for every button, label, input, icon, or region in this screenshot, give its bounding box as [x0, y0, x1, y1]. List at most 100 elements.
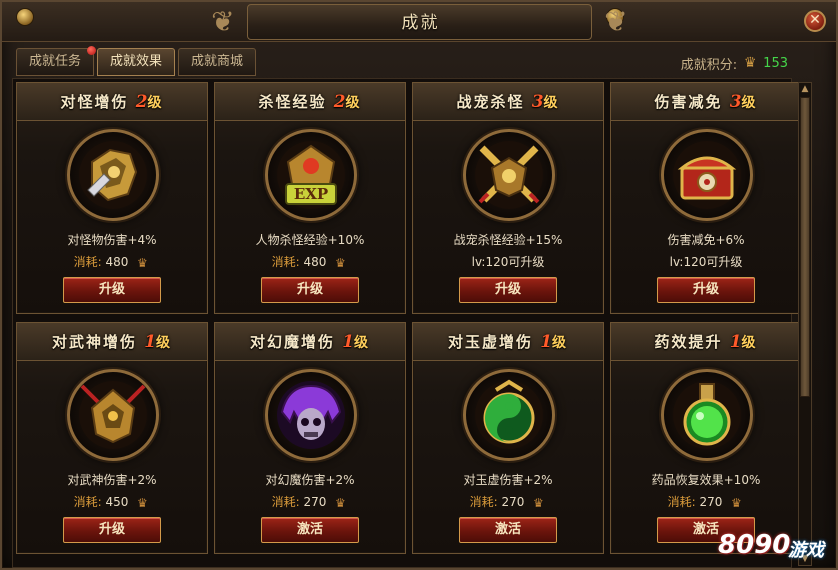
- card-effect: 药品恢复效果+10%: [651, 473, 761, 487]
- upgrade-button[interactable]: 升级: [459, 277, 557, 303]
- gem-ornament-left: [16, 8, 34, 26]
- card-level: 3: [729, 92, 742, 112]
- card-header: 战宠杀怪 3级: [413, 83, 603, 121]
- card-header: 药效提升 1级: [611, 323, 801, 361]
- achievement-card: 战宠杀怪 3级 战宠杀怪经验+15% lv:120可升级 升级: [412, 82, 604, 314]
- card-title: 战宠杀怪 3级: [413, 83, 603, 121]
- card-effect: 人物杀怪经验+10%: [255, 233, 365, 247]
- activate-button[interactable]: 激活: [459, 517, 557, 543]
- yin-yang-icon: [463, 369, 555, 461]
- cost-value: 270: [303, 495, 327, 509]
- cost-label: 消耗:: [271, 255, 300, 269]
- card-cost: 消耗: 270 ♛: [215, 493, 405, 511]
- achievement-crest-icon: ♛: [335, 255, 346, 270]
- card-effect: 对怪物伤害+4%: [67, 233, 157, 247]
- cost-label: 消耗:: [73, 495, 102, 509]
- scroll-up-icon[interactable]: ▲: [799, 83, 811, 95]
- achievement-crest-icon: ♛: [533, 495, 544, 510]
- achievement-card: 药效提升 1级 药品恢复效果+10% 消耗: 270 ♛ 激活: [610, 322, 802, 554]
- achievement-crest-icon: ♛: [137, 495, 148, 510]
- title-bar: ❦ 成就 ❦ ✕: [2, 2, 836, 42]
- points-value: 153: [763, 55, 788, 71]
- scrollbar-thumb[interactable]: [800, 97, 810, 397]
- watermark-text: 游戏: [788, 540, 824, 561]
- upgrade-button[interactable]: 升级: [261, 277, 359, 303]
- card-name: 对怪增伤: [60, 93, 129, 111]
- card-level-suffix: 级: [543, 95, 560, 111]
- card-level: 3: [531, 92, 544, 112]
- card-title: 对武神增伤 1级: [17, 323, 207, 361]
- treasure-chest-icon: [661, 129, 753, 221]
- card-title: 伤害减免 3级: [611, 83, 801, 121]
- card-cost: 消耗: 480 ♛: [215, 253, 405, 271]
- cost-label: 消耗:: [271, 495, 300, 509]
- card-level: 1: [144, 332, 157, 352]
- card-header: 对幻魔增伤 1级: [215, 323, 405, 361]
- upgrade-button[interactable]: 升级: [63, 517, 161, 543]
- points-label: 成就积分:: [680, 57, 738, 73]
- card-effect: 伤害减免+6%: [667, 233, 745, 247]
- upgrade-button[interactable]: 升级: [63, 277, 161, 303]
- card-name: 杀怪经验: [258, 93, 327, 111]
- card-title: 对怪增伤 2级: [17, 83, 207, 121]
- card-effect: 对玉虚伤害+2%: [463, 473, 553, 487]
- card-title: 对玉虚增伤 1级: [413, 323, 603, 361]
- title-plate: 成就: [247, 4, 592, 40]
- card-name: 对幻魔增伤: [249, 333, 335, 351]
- upgrade-button[interactable]: 升级: [657, 277, 755, 303]
- scrollbar[interactable]: ▲ ▼: [798, 82, 812, 566]
- card-header: 对玉虚增伤 1级: [413, 323, 603, 361]
- card-header: 对怪增伤 2级: [17, 83, 207, 121]
- tab-bar: 成就任务 成就效果 成就商城: [16, 46, 257, 76]
- warrior-helm-icon: [67, 369, 159, 461]
- activate-button[interactable]: 激活: [261, 517, 359, 543]
- notice-dot-icon: [87, 46, 97, 55]
- tab-achievement-shop[interactable]: 成就商城: [178, 48, 257, 76]
- close-button[interactable]: ✕: [804, 10, 826, 32]
- cost-label: 消耗:: [667, 495, 696, 509]
- achievement-card: 伤害减免 3级 伤害减免+6% lv:120可升级 升级: [610, 82, 802, 314]
- cost-value: 480: [303, 255, 327, 269]
- card-level-suffix: 级: [741, 335, 758, 351]
- card-header: 伤害减免 3级: [611, 83, 801, 121]
- achievement-crest-icon: ♛: [743, 55, 757, 71]
- tab-achievement-effects[interactable]: 成就效果: [97, 48, 176, 76]
- svg-text:EXP: EXP: [294, 185, 328, 203]
- card-title: 对幻魔增伤 1级: [215, 323, 405, 361]
- potion-flask-icon: [661, 369, 753, 461]
- card-name: 对武神增伤: [51, 333, 137, 351]
- achievement-points: 成就积分: ♛ 153: [681, 52, 788, 74]
- cost-label: 消耗:: [469, 495, 498, 509]
- card-level-suffix: 级: [345, 95, 362, 111]
- achievement-card: 对武神增伤 1级对武神伤害+2% 消耗: 450 ♛ 升级: [16, 322, 208, 554]
- cost-value: 270: [699, 495, 723, 509]
- window-title: 成就: [401, 13, 440, 33]
- cost-value: 270: [501, 495, 525, 509]
- tab-label: 成就任务: [29, 54, 82, 69]
- card-level: 2: [333, 92, 346, 112]
- site-watermark-logo: 8090 游戏: [718, 522, 836, 568]
- cost-value: 450: [105, 495, 129, 509]
- card-cost: 消耗: 450 ♛: [17, 493, 207, 511]
- achievement-card: 对玉虚增伤 1级对玉虚伤害+2% 消耗: 270 ♛ 激活: [412, 322, 604, 554]
- crossed-swords-icon: [463, 129, 555, 221]
- achievement-crest-icon: ♛: [137, 255, 148, 270]
- watermark-number: 8090: [718, 530, 791, 560]
- card-level-suffix: 级: [147, 95, 164, 111]
- card-header: 对武神增伤 1级: [17, 323, 207, 361]
- card-cost: 消耗: 480 ♛: [17, 253, 207, 271]
- card-effect: 对武神伤害+2%: [67, 473, 157, 487]
- card-level: 1: [342, 332, 355, 352]
- card-title: 药效提升 1级: [611, 323, 801, 361]
- card-effect: 战宠杀怪经验+15%: [453, 233, 563, 247]
- achievement-crest-icon: ♛: [335, 495, 346, 510]
- dragon-axe-icon: [67, 129, 159, 221]
- exp-emblem-icon: EXP: [265, 129, 357, 221]
- card-effect: 对幻魔伤害+2%: [265, 473, 355, 487]
- card-cost: 消耗: 270 ♛: [413, 493, 603, 511]
- card-name: 战宠杀怪: [456, 93, 525, 111]
- card-header: 杀怪经验 2级: [215, 83, 405, 121]
- tab-achievement-tasks[interactable]: 成就任务: [16, 46, 97, 76]
- achievement-window: ❦ 成就 ❦ ✕ 成就任务 成就效果 成就商城 成就积分: ♛ 153 对怪增伤…: [0, 0, 838, 570]
- card-name: 药效提升: [654, 333, 723, 351]
